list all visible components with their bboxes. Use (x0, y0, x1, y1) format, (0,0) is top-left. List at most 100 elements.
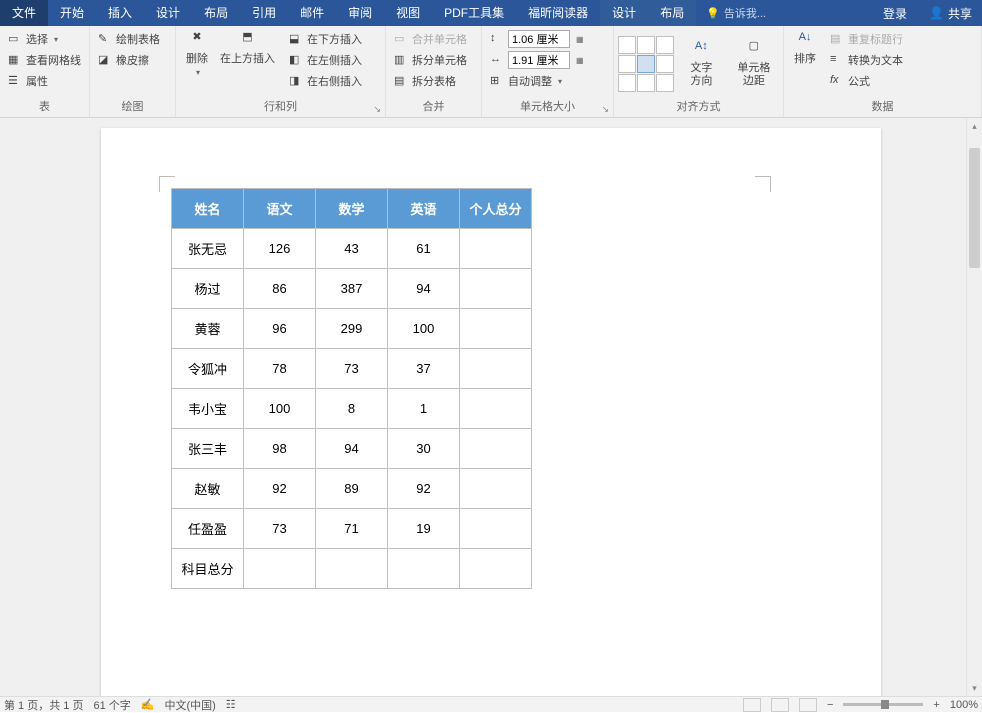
view-print-button[interactable] (771, 698, 789, 712)
table-cell[interactable]: 71 (316, 509, 388, 549)
table-cell[interactable]: 张三丰 (172, 429, 244, 469)
table-cell[interactable]: 73 (316, 349, 388, 389)
table-cell[interactable] (460, 389, 532, 429)
table-cell[interactable] (460, 269, 532, 309)
dialog-launcher-icon[interactable]: ↘ (601, 101, 609, 117)
table-cell[interactable]: 98 (244, 429, 316, 469)
view-gridlines-button[interactable]: ▦查看网格线 (4, 50, 85, 70)
table-cell[interactable]: 89 (316, 469, 388, 509)
table-cell[interactable]: 43 (316, 229, 388, 269)
data-table[interactable]: 姓名语文数学英语个人总分张无忌1264361杨过8638794黄蓉9629910… (171, 188, 532, 589)
table-cell[interactable] (460, 229, 532, 269)
table-cell[interactable]: 19 (388, 509, 460, 549)
table-cell[interactable] (460, 349, 532, 389)
tell-me-input[interactable]: 💡告诉我... (696, 5, 776, 21)
table-header[interactable]: 姓名 (172, 189, 244, 229)
scroll-thumb[interactable] (969, 148, 980, 268)
table-cell[interactable] (316, 549, 388, 589)
menu-tab-10[interactable]: 福昕阅读器 (516, 0, 600, 26)
table-header[interactable]: 个人总分 (460, 189, 532, 229)
table-cell[interactable]: 126 (244, 229, 316, 269)
insert-left-button[interactable]: ◧在左侧插入 (285, 50, 366, 70)
table-row[interactable]: 科目总分 (172, 549, 532, 589)
table-cell[interactable]: 96 (244, 309, 316, 349)
table-cell[interactable]: 92 (244, 469, 316, 509)
cell-margins-button[interactable]: ▢单元格边距 (729, 38, 779, 90)
draw-table-button[interactable]: ✎绘制表格 (94, 29, 164, 49)
table-cell[interactable] (460, 509, 532, 549)
table-cell[interactable]: 100 (388, 309, 460, 349)
table-cell[interactable]: 37 (388, 349, 460, 389)
convert-to-text-button[interactable]: ≡转换为文本 (826, 50, 907, 70)
table-cell[interactable]: 30 (388, 429, 460, 469)
formula-button[interactable]: fx公式 (826, 71, 907, 91)
menu-tab-9[interactable]: PDF工具集 (432, 0, 516, 26)
proofing-icon[interactable]: ✍ (141, 698, 155, 711)
menu-tab-12[interactable]: 布局 (648, 0, 696, 26)
insert-below-button[interactable]: ⬓在下方插入 (285, 29, 366, 49)
table-row[interactable]: 韦小宝10081 (172, 389, 532, 429)
table-cell[interactable]: 387 (316, 269, 388, 309)
merge-cells-button[interactable]: ▭合并单元格 (390, 29, 471, 49)
row-height-input[interactable]: ↕▦ (486, 29, 588, 49)
table-row[interactable]: 黄蓉96299100 (172, 309, 532, 349)
table-header[interactable]: 英语 (388, 189, 460, 229)
properties-button[interactable]: ☰属性 (4, 71, 85, 91)
view-readmode-button[interactable] (743, 698, 761, 712)
table-cell[interactable]: 100 (244, 389, 316, 429)
table-cell[interactable]: 张无忌 (172, 229, 244, 269)
login-button[interactable]: 登录 (871, 5, 919, 22)
table-cell[interactable]: 299 (316, 309, 388, 349)
table-row[interactable]: 张无忌1264361 (172, 229, 532, 269)
share-button[interactable]: 👤共享 (919, 5, 982, 22)
page-indicator[interactable]: 第 1 页，共 1 页 (4, 697, 83, 713)
eraser-button[interactable]: ◪橡皮擦 (94, 50, 164, 70)
text-direction-button[interactable]: A↕文字方向 (680, 38, 723, 90)
table-cell[interactable]: 8 (316, 389, 388, 429)
table-cell[interactable]: 任盈盈 (172, 509, 244, 549)
table-cell[interactable]: 92 (388, 469, 460, 509)
table-cell[interactable] (460, 309, 532, 349)
table-cell[interactable]: 86 (244, 269, 316, 309)
table-cell[interactable]: 赵敏 (172, 469, 244, 509)
table-cell[interactable]: 94 (316, 429, 388, 469)
select-button[interactable]: ▭选择▾ (4, 29, 85, 49)
alignment-grid[interactable] (618, 36, 674, 92)
table-header[interactable]: 数学 (316, 189, 388, 229)
table-cell[interactable]: 杨过 (172, 269, 244, 309)
vertical-scrollbar[interactable]: ▴ ▾ (966, 118, 982, 696)
table-cell[interactable]: 94 (388, 269, 460, 309)
table-cell[interactable] (460, 469, 532, 509)
menu-tab-5[interactable]: 引用 (240, 0, 288, 26)
scroll-up-icon[interactable]: ▴ (967, 118, 982, 134)
zoom-slider[interactable] (843, 703, 923, 706)
menu-tab-11[interactable]: 设计 (600, 0, 648, 26)
insert-right-button[interactable]: ◨在右侧插入 (285, 71, 366, 91)
col-width-input[interactable]: ↔▦ (486, 50, 588, 70)
dialog-launcher-icon[interactable]: ↘ (373, 101, 381, 117)
menu-tab-7[interactable]: 审阅 (336, 0, 384, 26)
table-row[interactable]: 任盈盈737119 (172, 509, 532, 549)
table-cell[interactable]: 黄蓉 (172, 309, 244, 349)
menu-tab-8[interactable]: 视图 (384, 0, 432, 26)
table-cell[interactable]: 科目总分 (172, 549, 244, 589)
split-table-button[interactable]: ▤拆分表格 (390, 71, 471, 91)
table-cell[interactable] (460, 429, 532, 469)
menu-tab-3[interactable]: 设计 (144, 0, 192, 26)
menu-tab-0[interactable]: 文件 (0, 0, 48, 26)
table-row[interactable]: 杨过8638794 (172, 269, 532, 309)
scroll-down-icon[interactable]: ▾ (967, 680, 982, 696)
table-cell[interactable]: 韦小宝 (172, 389, 244, 429)
zoom-level[interactable]: 100% (950, 699, 978, 711)
split-cells-button[interactable]: ▥拆分单元格 (390, 50, 471, 70)
sort-button[interactable]: A↓排序 (788, 29, 822, 99)
table-cell[interactable] (460, 549, 532, 589)
table-header[interactable]: 语文 (244, 189, 316, 229)
language-indicator[interactable]: 中文(中国) (164, 697, 215, 713)
page[interactable]: 姓名语文数学英语个人总分张无忌1264361杨过8638794黄蓉9629910… (101, 128, 881, 696)
view-web-button[interactable] (799, 698, 817, 712)
table-cell[interactable]: 1 (388, 389, 460, 429)
delete-button[interactable]: ✖删除▾ (180, 29, 214, 99)
table-row[interactable]: 赵敏928992 (172, 469, 532, 509)
table-cell[interactable]: 61 (388, 229, 460, 269)
